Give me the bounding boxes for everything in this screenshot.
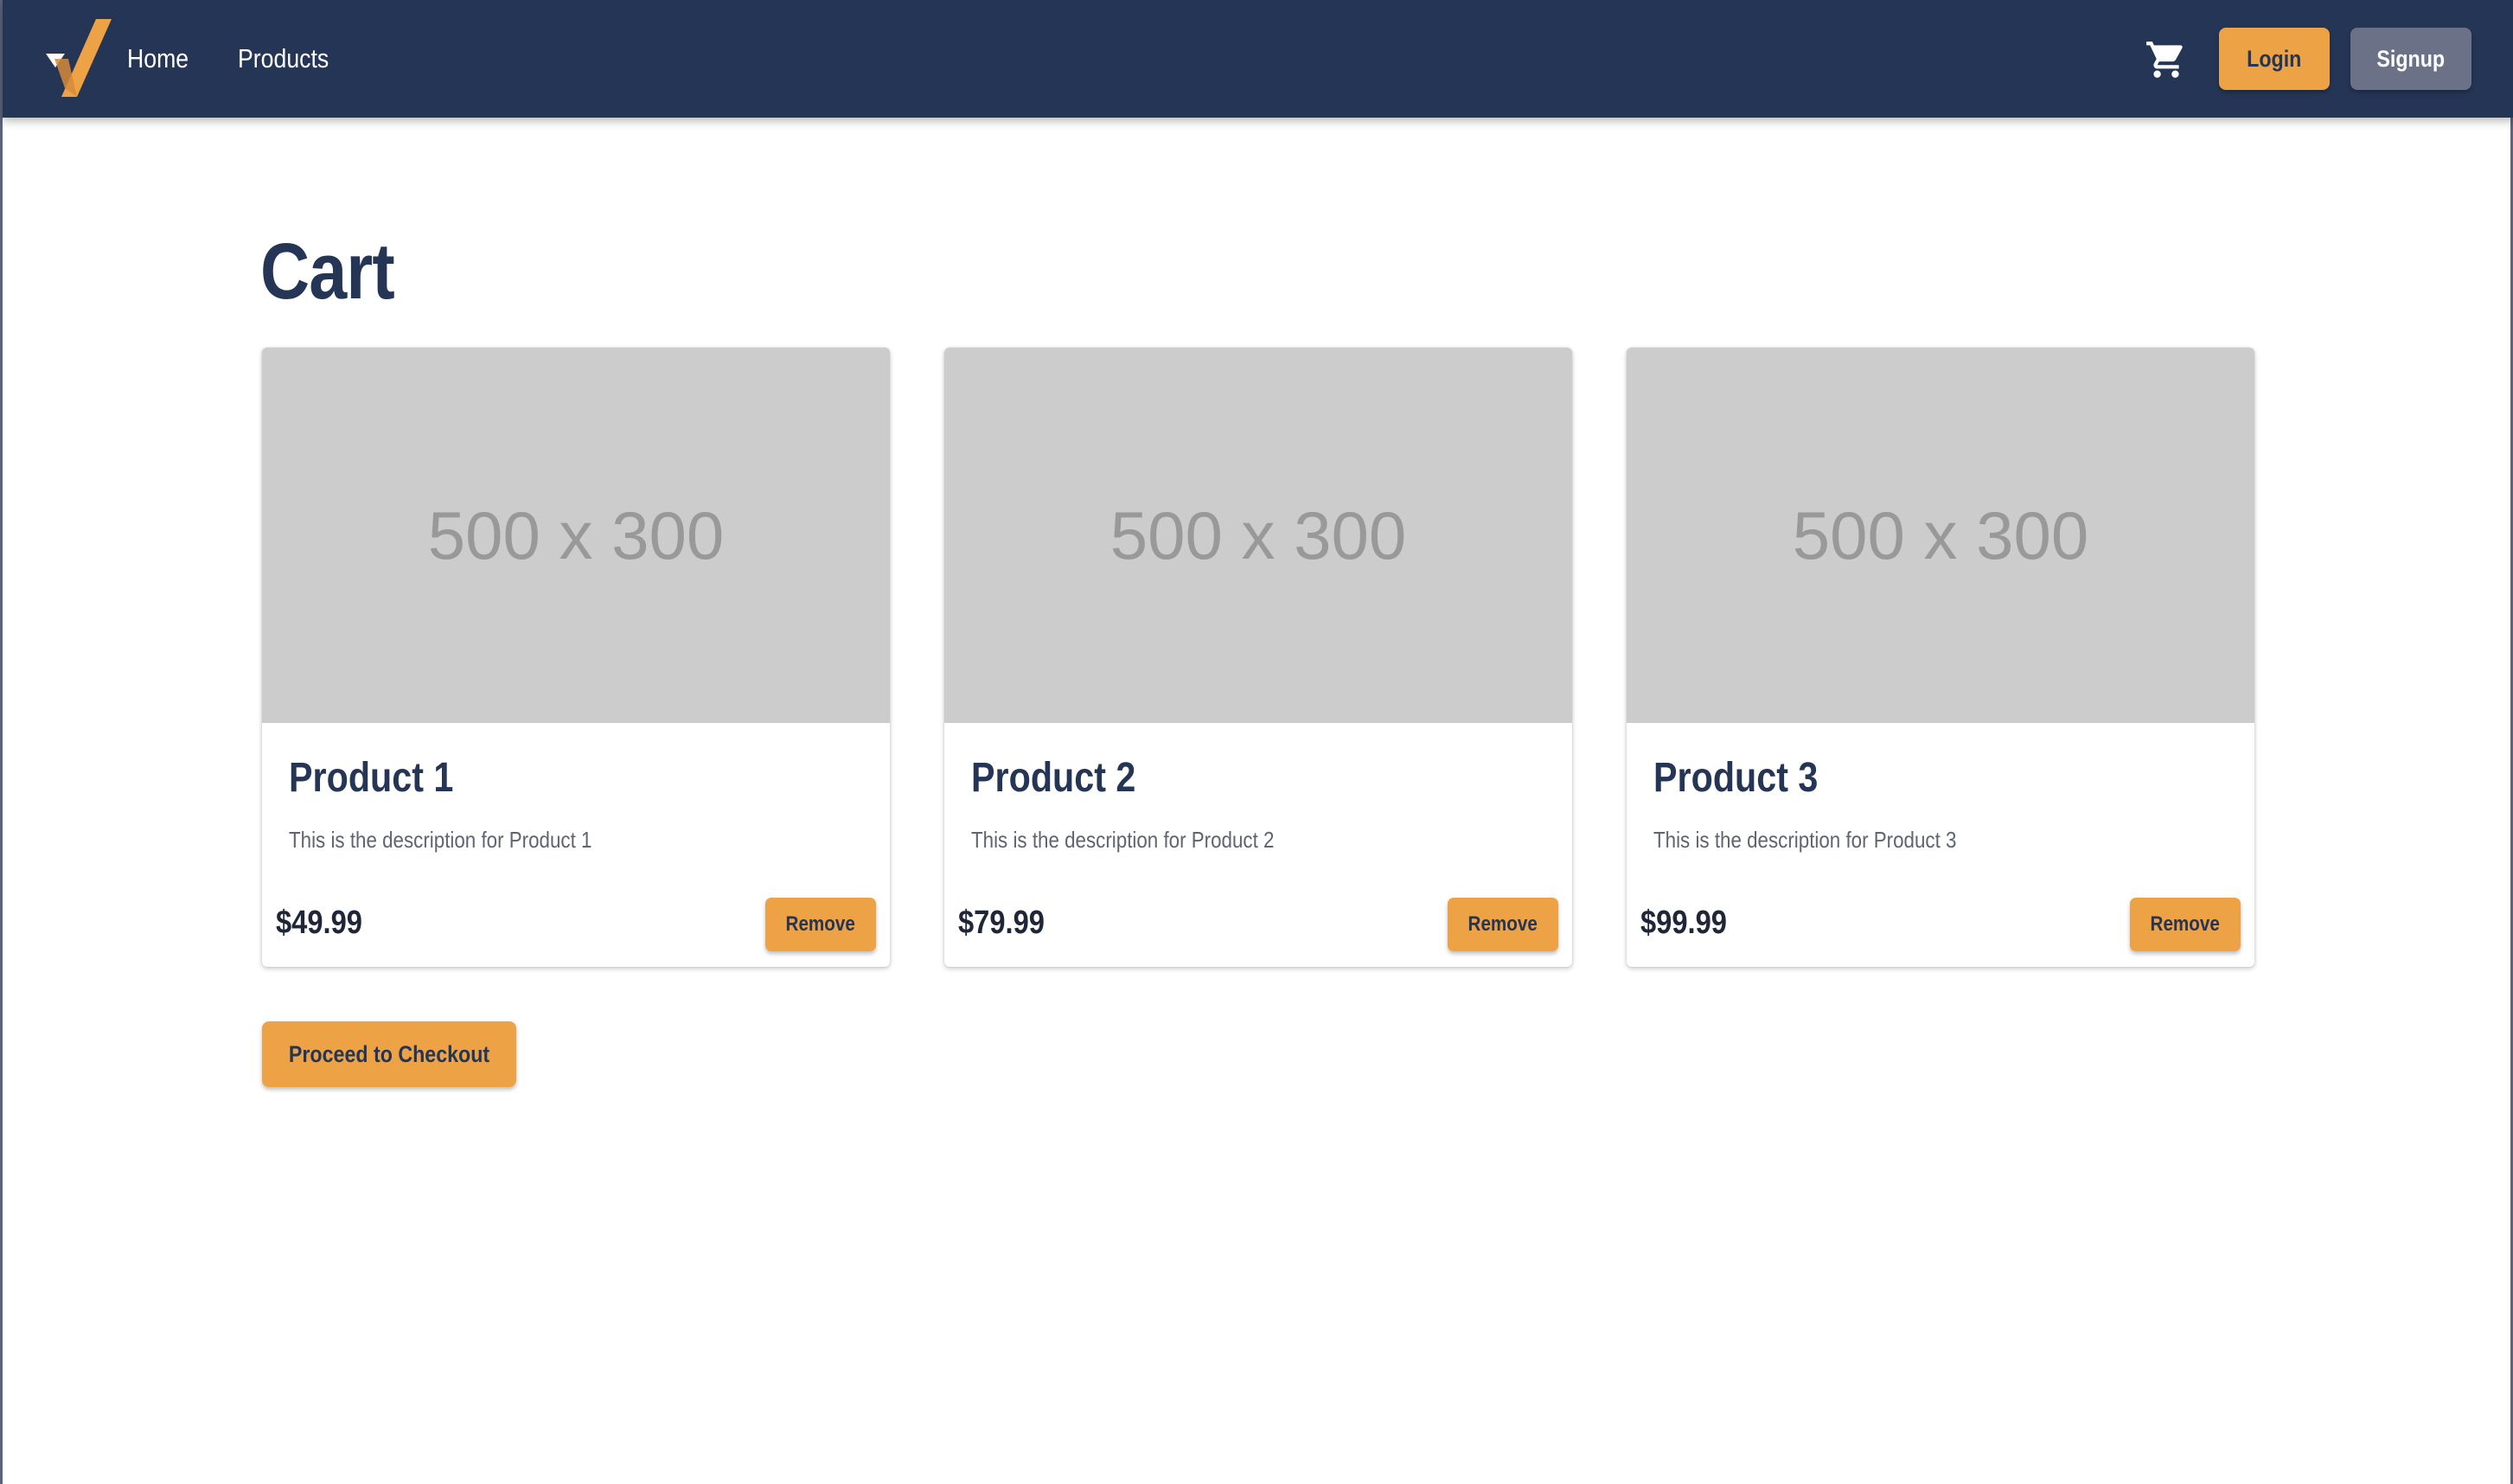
signup-button-label: Signup (2376, 46, 2446, 72)
image-placeholder-text: 500 x 300 (1792, 496, 2089, 573)
product-name: Product 1 (289, 755, 454, 801)
signup-button[interactable]: Signup (2350, 28, 2471, 90)
nav-link-home[interactable]: Home (127, 38, 189, 80)
remove-button-label: Remove (785, 912, 856, 936)
remove-button-label: Remove (1468, 912, 1538, 936)
product-name: Product 3 (1653, 755, 1819, 801)
product-price: $79.99 (958, 905, 1045, 941)
image-placeholder-text: 500 x 300 (1109, 496, 1407, 573)
cart-item-card: 500 x 300 Product 2 This is the descript… (944, 348, 1572, 967)
page-title: Cart (260, 227, 395, 316)
login-button[interactable]: Login (2219, 28, 2330, 90)
shopping-cart-icon[interactable] (2144, 38, 2189, 81)
product-price: $49.99 (276, 905, 362, 941)
login-button-label: Login (2247, 46, 2302, 72)
product-image-placeholder: 500 x 300 (944, 348, 1572, 723)
product-price: $99.99 (1640, 905, 1727, 941)
product-image-placeholder: 500 x 300 (262, 348, 890, 723)
remove-button[interactable]: Remove (765, 898, 876, 951)
app-window: Home Products Login Signup Cart 500 x 30… (0, 0, 2513, 1484)
product-description: This is the description for Product 1 (289, 827, 592, 853)
product-name: Product 2 (971, 755, 1136, 801)
cart-item-card: 500 x 300 Product 1 This is the descript… (262, 348, 890, 967)
remove-button-label: Remove (2150, 912, 2221, 936)
image-placeholder-text: 500 x 300 (427, 496, 725, 573)
proceed-to-checkout-button[interactable]: Proceed to Checkout (262, 1021, 516, 1087)
cart-item-card: 500 x 300 Product 3 This is the descript… (1627, 348, 2254, 967)
product-description: This is the description for Product 3 (1653, 827, 1957, 853)
product-description: This is the description for Product 2 (971, 827, 1275, 853)
remove-button[interactable]: Remove (2130, 898, 2241, 951)
nav-link-products[interactable]: Products (238, 38, 329, 80)
checkout-button-label: Proceed to Checkout (288, 1041, 490, 1067)
top-navbar: Home Products Login Signup (3, 0, 2513, 118)
product-image-placeholder: 500 x 300 (1627, 348, 2254, 723)
checkmark-logo-icon[interactable] (42, 19, 115, 97)
remove-button[interactable]: Remove (1448, 898, 1558, 951)
